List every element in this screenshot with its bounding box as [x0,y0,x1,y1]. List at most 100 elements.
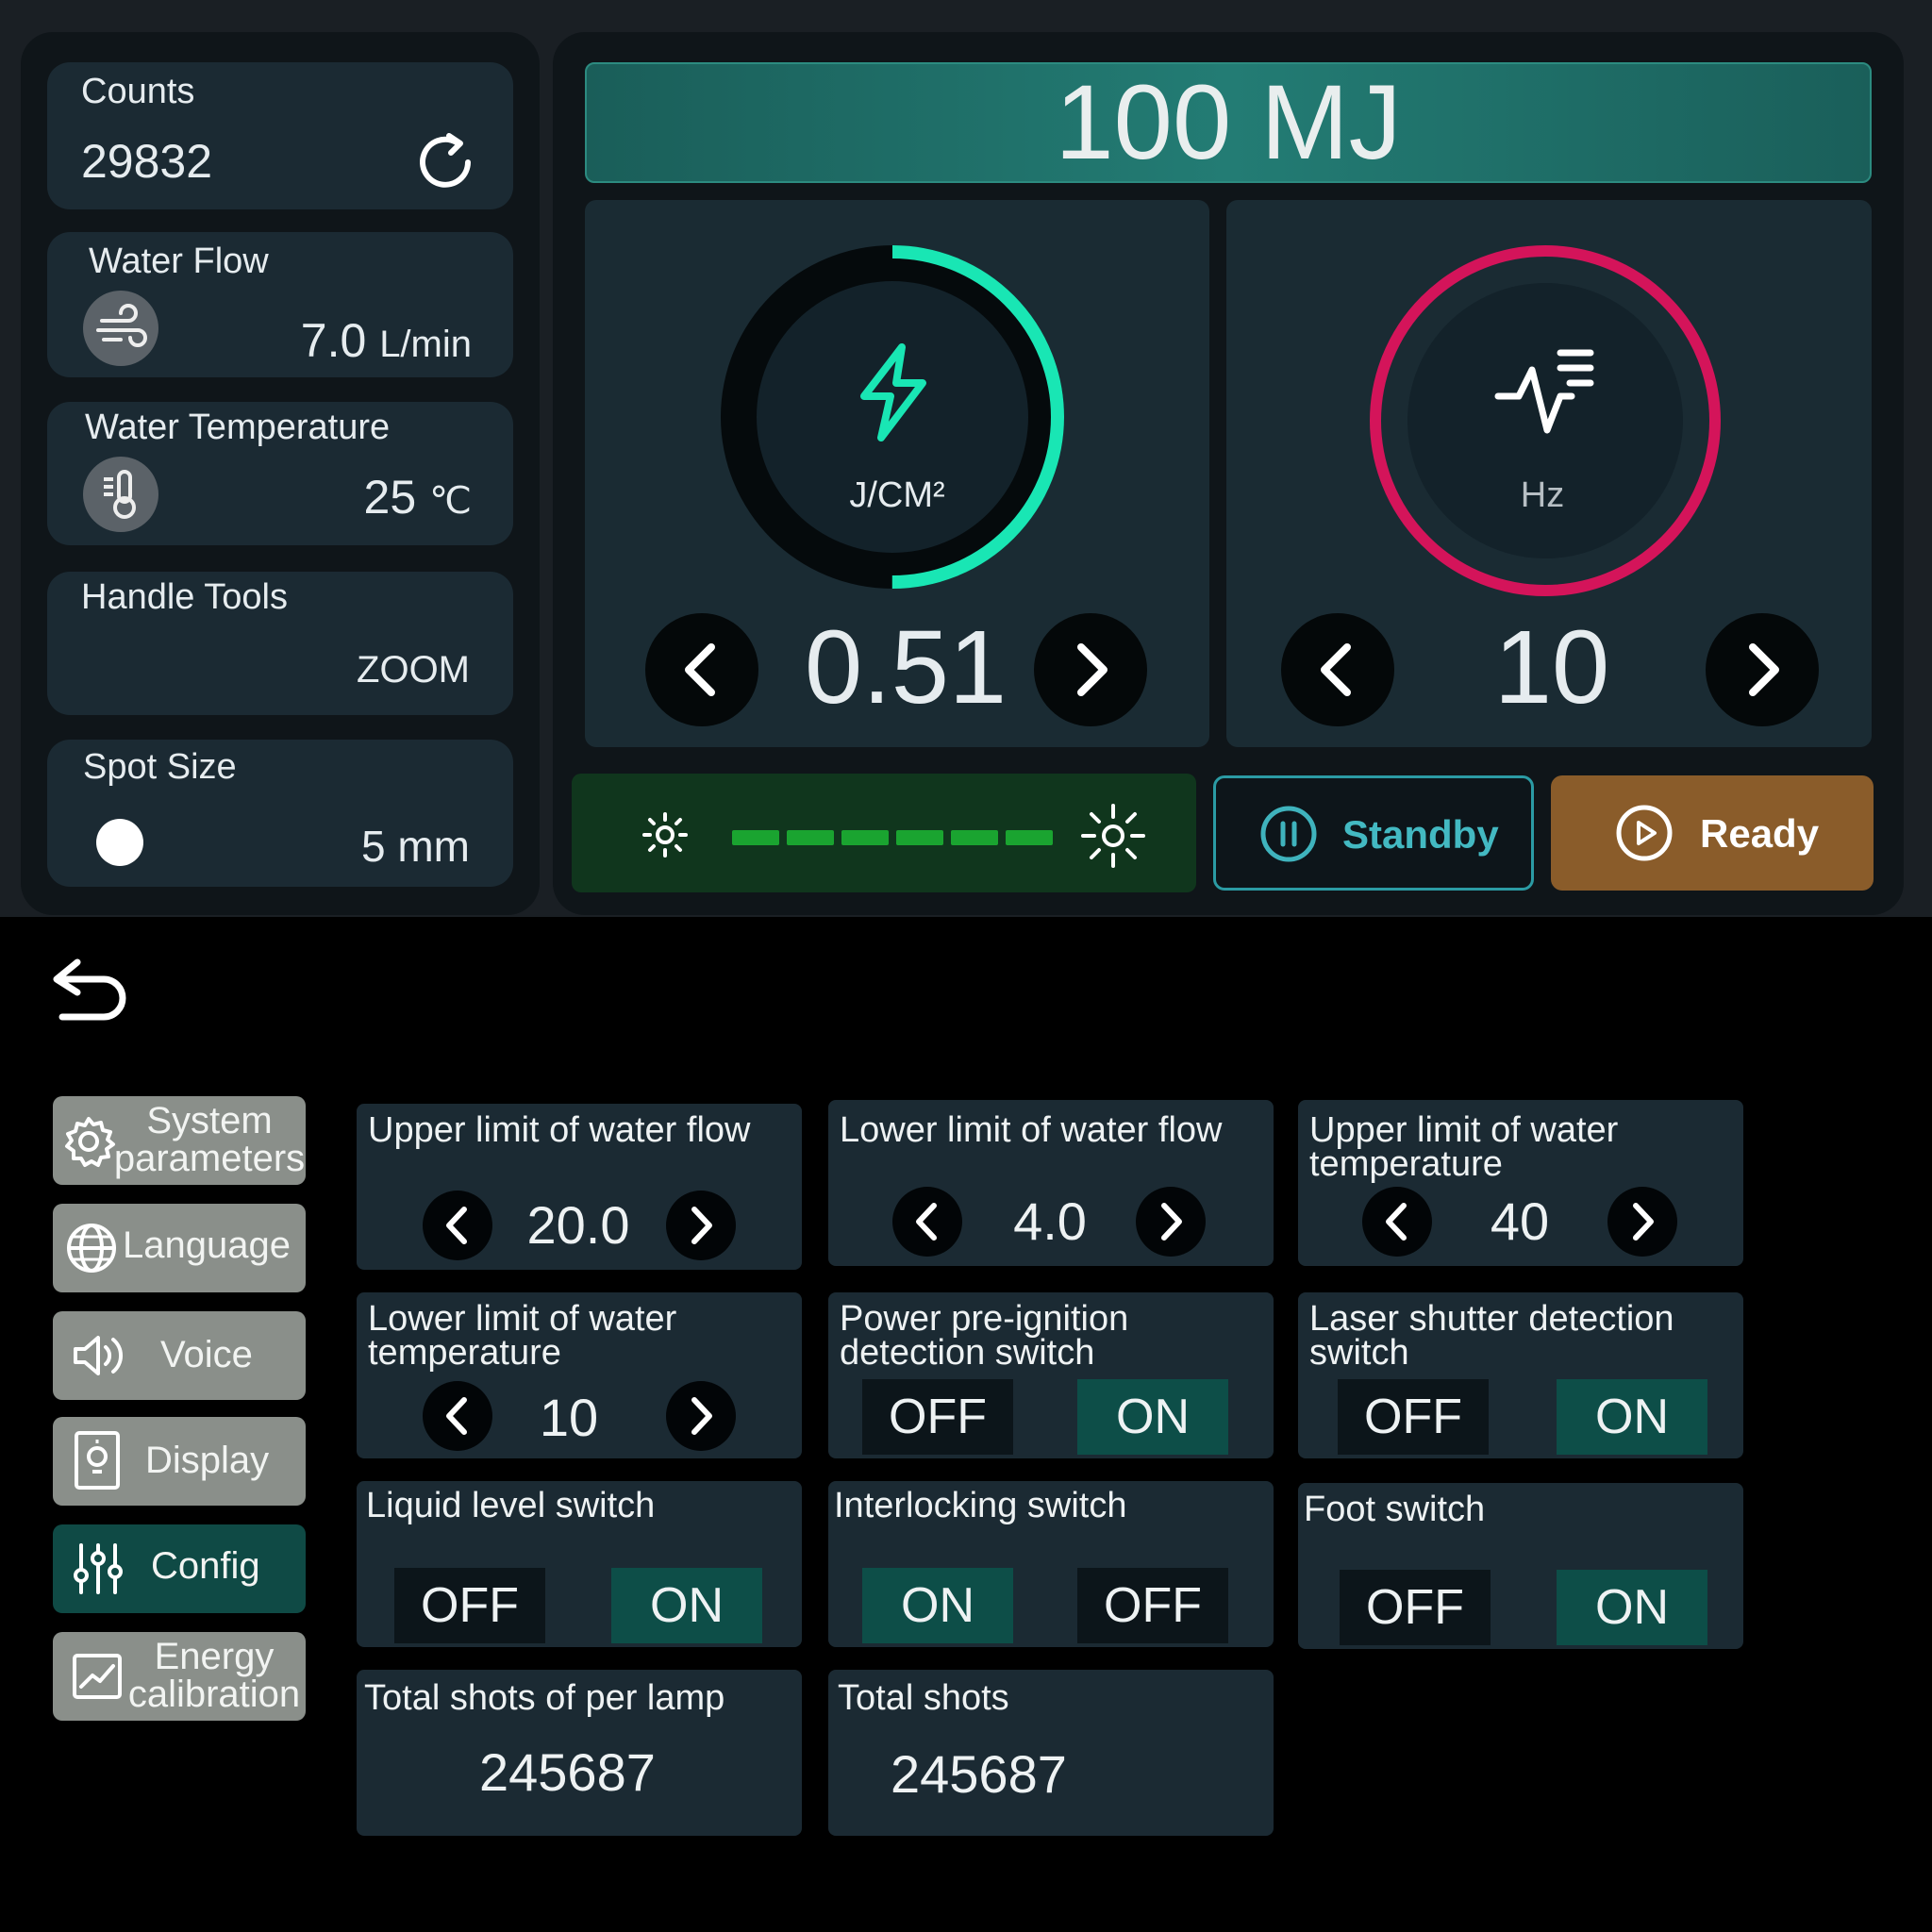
water-temperature-value: 25 ℃ [364,470,472,525]
upper-water-temp-decrease[interactable] [1362,1187,1432,1257]
lower-water-temp-decrease[interactable] [423,1381,492,1451]
brightness-segment [841,830,889,845]
laser-shutter-on-toggle[interactable]: ON [1557,1379,1707,1455]
sliders-icon [72,1541,125,1596]
upper-water-temp-card: Upper limit of water temperature 40 [1298,1100,1743,1266]
fluence-decrease-button[interactable] [645,613,758,726]
nav-energy-calibration[interactable]: Energy calibration [53,1632,306,1721]
water-flow-label: Water Flow [89,242,269,281]
water-temperature-unit: ℃ [429,480,472,522]
power-preignition-title-line1: Power pre-ignition [840,1299,1129,1339]
water-temperature-label: Water Temperature [85,408,391,447]
upper-water-flow-increase[interactable] [666,1191,736,1260]
spot-size-indicator [96,819,143,866]
lower-water-flow-decrease[interactable] [892,1187,962,1257]
handle-tools-value: ZOOM [357,649,470,691]
thermometer-icon [83,457,158,532]
total-per-lamp-value: 245687 [479,1742,656,1802]
upper-water-flow-title: Upper limit of water flow [368,1110,751,1150]
counts-label: Counts [81,72,195,111]
spot-size-value: 5 mm [361,822,470,871]
foot-switch-on-toggle[interactable]: ON [1557,1570,1707,1645]
nav-energy-line1: Energy [154,1636,275,1677]
nav-config-label: Config [151,1545,260,1587]
lower-water-temp-value: 10 [539,1388,599,1447]
brightness-low-icon[interactable] [640,809,691,860]
power-preignition-on-toggle[interactable]: ON [1077,1379,1228,1455]
upper-water-flow-value: 20.0 [526,1195,630,1255]
gear-icon [60,1113,117,1170]
upper-water-temp-increase[interactable] [1607,1187,1677,1257]
display-icon [74,1430,121,1491]
water-flow-value: 7.0 L/min [301,313,472,368]
nav-system-line2: parameters [113,1138,306,1179]
laser-shutter-title-line1: Laser shutter detection [1309,1299,1674,1339]
lower-water-temp-title-line1: Lower limit of water [368,1299,677,1339]
total-per-lamp-card: Total shots of per lamp 245687 [357,1670,802,1836]
pulse-wave-icon [1494,341,1598,445]
nav-display[interactable]: Display [53,1417,306,1506]
nav-voice[interactable]: Voice [53,1311,306,1400]
handle-tools-card: Handle Tools ZOOM [47,572,513,715]
power-preignition-title-line2: detection switch [840,1333,1095,1373]
total-per-lamp-title: Total shots of per lamp [364,1678,725,1718]
nav-config[interactable]: Config [53,1524,306,1613]
standby-button[interactable]: Standby [1213,775,1534,891]
brightness-segment [896,830,943,845]
water-flow-card: Water Flow 7.0 L/min [47,232,513,377]
upper-water-temp-title-line2: temperature [1309,1144,1503,1184]
upper-water-temp-title: Upper limit of water temperature [1309,1112,1618,1184]
frequency-increase-button[interactable] [1706,613,1819,726]
laser-shutter-title: Laser shutter detection switch [1309,1299,1674,1373]
upper-water-flow-card: Upper limit of water flow 20.0 [357,1104,802,1270]
upper-water-flow-decrease[interactable] [423,1191,492,1260]
frequency-decrease-button[interactable] [1281,613,1394,726]
lower-water-flow-increase[interactable] [1136,1187,1206,1257]
power-preignition-card: Power pre-ignition detection switch OFF … [828,1292,1274,1458]
frequency-value: 10 [1493,609,1610,725]
fluence-increase-button[interactable] [1034,613,1147,726]
interlocking-card: Interlocking switch ON OFF [828,1481,1274,1647]
spot-size-card: Spot Size 5 mm [47,740,513,887]
reset-counts-icon[interactable] [408,125,483,200]
ready-button[interactable]: Ready [1551,775,1874,891]
nav-language[interactable]: Language [53,1204,306,1292]
spot-size-label: Spot Size [83,747,237,787]
foot-switch-off-toggle[interactable]: OFF [1340,1570,1491,1645]
nav-energy-line2: calibration [127,1674,301,1715]
foot-switch-card: Foot switch OFF ON [1298,1483,1743,1649]
counts-card: Counts 29832 [47,62,513,209]
liquid-level-on-toggle[interactable]: ON [611,1568,762,1643]
laser-shutter-title-line2: switch [1309,1333,1409,1373]
nav-system-parameters[interactable]: System parameters [53,1096,306,1185]
nav-voice-label: Voice [160,1334,253,1375]
brightness-high-icon[interactable] [1081,804,1145,868]
interlocking-off-toggle[interactable]: OFF [1077,1568,1228,1643]
total-shots-title: Total shots [838,1678,1009,1718]
water-temperature-number: 25 [363,471,417,524]
interlocking-on-toggle[interactable]: ON [862,1568,1013,1643]
water-flow-number: 7.0 [300,314,367,367]
nav-energy-label: Energy calibration [123,1638,306,1713]
laser-shutter-card: Laser shutter detection switch OFF ON [1298,1292,1743,1458]
liquid-level-off-toggle[interactable]: OFF [394,1568,545,1643]
counts-value: 29832 [81,135,213,188]
laser-shutter-off-toggle[interactable]: OFF [1338,1379,1489,1455]
water-flow-unit: L/min [379,324,472,365]
chart-icon [72,1653,123,1700]
wind-icon [83,291,158,366]
back-icon[interactable] [49,955,130,1023]
frequency-unit: Hz [1520,475,1565,515]
lower-water-temp-card: Lower limit of water temperature 10 [357,1292,802,1458]
lower-water-flow-value: 4.0 [1013,1191,1087,1251]
speaker-icon [72,1332,126,1379]
brightness-segment [1006,830,1053,845]
pause-icon [1259,805,1318,863]
brightness-segment [951,830,998,845]
lower-water-flow-title: Lower limit of water flow [840,1110,1223,1150]
play-icon [1615,804,1674,862]
lower-water-temp-increase[interactable] [666,1381,736,1451]
ready-label: Ready [1700,811,1820,856]
energy-display: 100 MJ [585,62,1872,183]
power-preignition-off-toggle[interactable]: OFF [862,1379,1013,1455]
